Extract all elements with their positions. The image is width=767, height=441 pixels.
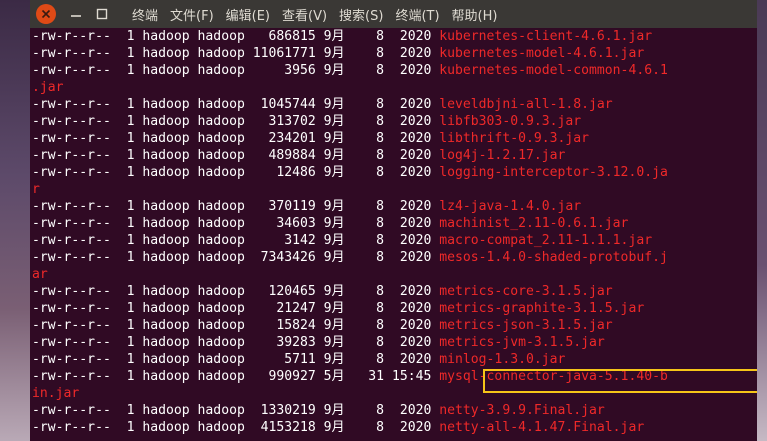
file-name: r xyxy=(32,182,40,197)
file-meta: -rw-r--r-- 1 hadoop hadoop 5711 9月 8 202… xyxy=(32,352,440,367)
terminal-line: -rw-r--r-- 1 hadoop hadoop 5711 9月 8 202… xyxy=(32,351,757,368)
file-name: mysql-connector-java-5.1.40-b xyxy=(439,369,668,384)
file-name: machinist_2.11-0.6.1.jar xyxy=(439,216,629,231)
terminal-line: -rw-r--r-- 1 hadoop hadoop 990927 5月 31 … xyxy=(32,368,757,385)
file-meta: -rw-r--r-- 1 hadoop hadoop 234201 9月 8 2… xyxy=(32,131,440,146)
menu-terminal[interactable]: 终端(T) xyxy=(395,5,439,24)
minimize-icon xyxy=(71,15,81,17)
file-name: logging-interceptor-3.12.0.ja xyxy=(439,165,668,180)
terminal-line: -rw-r--r-- 1 hadoop hadoop 313702 9月 8 2… xyxy=(32,113,757,130)
file-name: metrics-jvm-3.1.5.jar xyxy=(439,335,605,350)
file-meta: -rw-r--r-- 1 hadoop hadoop 21247 9月 8 20… xyxy=(32,301,440,316)
close-button[interactable] xyxy=(36,4,56,24)
terminal-window: 终端 文件(F) 编辑(E) 查看(V) 搜索(S) 终端(T) 帮助(H) -… xyxy=(30,0,757,441)
file-name: netty-3.9.9.Final.jar xyxy=(439,403,605,418)
terminal-line: -rw-r--r-- 1 hadoop hadoop 3956 9月 8 202… xyxy=(32,62,757,79)
file-meta: -rw-r--r-- 1 hadoop hadoop 120465 9月 8 2… xyxy=(32,284,440,299)
terminal-line: -rw-r--r-- 1 hadoop hadoop 34603 9月 8 20… xyxy=(32,215,757,232)
file-name: kubernetes-client-4.6.1.jar xyxy=(439,29,653,44)
file-name: netty-all-4.1.47.Final.jar xyxy=(439,420,645,435)
terminal-line: in.jar xyxy=(32,385,757,402)
terminal-line: -rw-r--r-- 1 hadoop hadoop 3142 9月 8 202… xyxy=(32,232,757,249)
menu-file[interactable]: 文件(F) xyxy=(170,5,214,24)
terminal-line: r xyxy=(32,181,757,198)
file-name: leveldbjni-all-1.8.jar xyxy=(439,97,613,112)
terminal-line: -rw-r--r-- 1 hadoop hadoop 7343426 9月 8 … xyxy=(32,249,757,266)
file-meta: -rw-r--r-- 1 hadoop hadoop 11061771 9月 8… xyxy=(32,46,440,61)
menu-bar: 终端 文件(F) 编辑(E) 查看(V) 搜索(S) 终端(T) 帮助(H) xyxy=(30,0,757,28)
menu-search[interactable]: 搜索(S) xyxy=(339,5,383,24)
desktop-background-right xyxy=(757,0,767,441)
file-name: lz4-java-1.4.0.jar xyxy=(439,199,582,214)
terminal-line: -rw-r--r-- 1 hadoop hadoop 21247 9月 8 20… xyxy=(32,300,757,317)
menu-help[interactable]: 帮助(H) xyxy=(452,5,498,24)
terminal-line: -rw-r--r-- 1 hadoop hadoop 12486 9月 8 20… xyxy=(32,164,757,181)
maximize-button[interactable] xyxy=(92,4,112,24)
file-name: kubernetes-model-common-4.6.1 xyxy=(439,63,668,78)
file-meta: -rw-r--r-- 1 hadoop hadoop 313702 9月 8 2… xyxy=(32,114,440,129)
terminal-line: .jar xyxy=(32,79,757,96)
file-meta: -rw-r--r-- 1 hadoop hadoop 7343426 9月 8 … xyxy=(32,250,440,265)
file-meta: -rw-r--r-- 1 hadoop hadoop 990927 5月 31 … xyxy=(32,369,440,384)
file-meta: -rw-r--r-- 1 hadoop hadoop 12486 9月 8 20… xyxy=(32,165,440,180)
file-name: mesos-1.4.0-shaded-protobuf.j xyxy=(439,250,668,265)
terminal-line: -rw-r--r-- 1 hadoop hadoop 234201 9月 8 2… xyxy=(32,130,757,147)
file-meta: -rw-r--r-- 1 hadoop hadoop 1045744 9月 8 … xyxy=(32,97,440,112)
terminal-line: -rw-r--r-- 1 hadoop hadoop 15824 9月 8 20… xyxy=(32,317,757,334)
menu-view[interactable]: 查看(V) xyxy=(282,5,327,24)
terminal-line: -rw-r--r-- 1 hadoop hadoop 686815 9月 8 2… xyxy=(32,28,757,45)
minimize-button[interactable] xyxy=(66,4,86,24)
terminal-line: ar xyxy=(32,266,757,283)
file-name: libfb303-0.9.3.jar xyxy=(439,114,582,129)
file-meta: -rw-r--r-- 1 hadoop hadoop 370119 9月 8 2… xyxy=(32,199,440,214)
file-meta: -rw-r--r-- 1 hadoop hadoop 686815 9月 8 2… xyxy=(32,29,440,44)
file-meta: -rw-r--r-- 1 hadoop hadoop 489884 9月 8 2… xyxy=(32,148,440,163)
file-meta: -rw-r--r-- 1 hadoop hadoop 34603 9月 8 20… xyxy=(32,216,440,231)
terminal-line: -rw-r--r-- 1 hadoop hadoop 370119 9月 8 2… xyxy=(32,198,757,215)
file-name: minlog-1.3.0.jar xyxy=(439,352,566,367)
terminal-line: -rw-r--r-- 1 hadoop hadoop 1330219 9月 8 … xyxy=(32,402,757,419)
close-icon xyxy=(41,9,51,19)
file-meta: -rw-r--r-- 1 hadoop hadoop 3142 9月 8 202… xyxy=(32,233,440,248)
file-meta: -rw-r--r-- 1 hadoop hadoop 3956 9月 8 202… xyxy=(32,63,440,78)
terminal-output[interactable]: -rw-r--r-- 1 hadoop hadoop 686815 9月 8 2… xyxy=(30,28,757,441)
file-meta: -rw-r--r-- 1 hadoop hadoop 1330219 9月 8 … xyxy=(32,403,440,418)
file-name: metrics-json-3.1.5.jar xyxy=(439,318,613,333)
maximize-icon xyxy=(96,8,108,20)
menu-edit[interactable]: 编辑(E) xyxy=(226,5,270,24)
terminal-line: -rw-r--r-- 1 hadoop hadoop 11061771 9月 8… xyxy=(32,45,757,62)
file-name: metrics-core-3.1.5.jar xyxy=(439,284,613,299)
file-name: ar xyxy=(32,267,48,282)
desktop-background-left xyxy=(0,0,30,441)
window-controls xyxy=(36,4,118,24)
file-meta: -rw-r--r-- 1 hadoop hadoop 4153218 9月 8 … xyxy=(32,420,440,435)
file-meta: -rw-r--r-- 1 hadoop hadoop 15824 9月 8 20… xyxy=(32,318,440,333)
menu-terminal-app[interactable]: 终端 xyxy=(132,5,158,24)
terminal-line: -rw-r--r-- 1 hadoop hadoop 39283 9月 8 20… xyxy=(32,334,757,351)
terminal-line: -rw-r--r-- 1 hadoop hadoop 120465 9月 8 2… xyxy=(32,283,757,300)
file-name: libthrift-0.9.3.jar xyxy=(439,131,590,146)
terminal-line: -rw-r--r-- 1 hadoop hadoop 4153218 9月 8 … xyxy=(32,419,757,436)
terminal-line: -rw-r--r-- 1 hadoop hadoop 489884 9月 8 2… xyxy=(32,147,757,164)
file-name: in.jar xyxy=(32,386,80,401)
file-name: macro-compat_2.11-1.1.1.jar xyxy=(439,233,653,248)
file-name: metrics-graphite-3.1.5.jar xyxy=(439,301,645,316)
file-name: log4j-1.2.17.jar xyxy=(439,148,566,163)
file-name: kubernetes-model-4.6.1.jar xyxy=(439,46,645,61)
terminal-line: -rw-r--r-- 1 hadoop hadoop 1045744 9月 8 … xyxy=(32,96,757,113)
file-meta: -rw-r--r-- 1 hadoop hadoop 39283 9月 8 20… xyxy=(32,335,440,350)
file-name: .jar xyxy=(32,80,64,95)
